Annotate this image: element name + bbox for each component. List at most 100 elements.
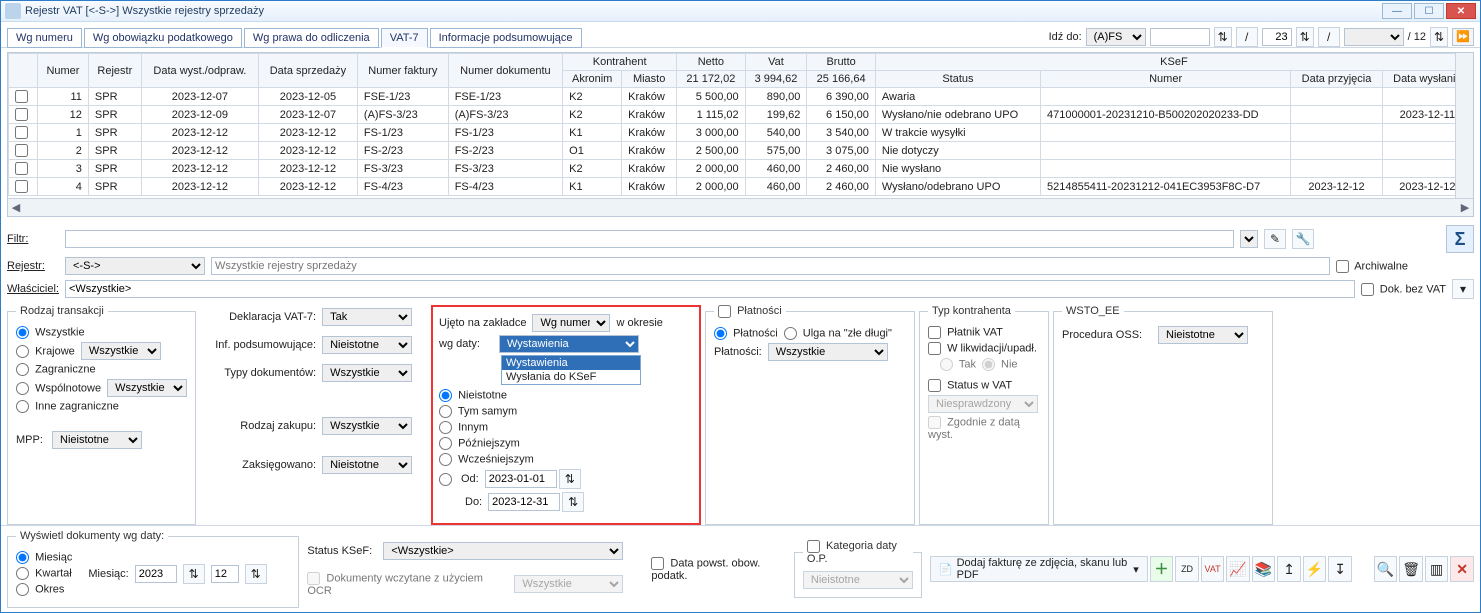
do-spin-icon[interactable]: ⇅ <box>562 492 584 512</box>
columns-icon[interactable]: ▥ <box>1425 556 1449 582</box>
export-icon[interactable]: ↥ <box>1277 556 1301 582</box>
vat-icon[interactable]: VAT <box>1201 556 1225 582</box>
row-checkbox[interactable] <box>15 144 28 157</box>
col-data-sprz[interactable]: Data sprzedaży <box>258 54 357 88</box>
row-checkbox[interactable] <box>15 162 28 175</box>
grid-scrollbar-vertical[interactable] <box>1455 53 1473 198</box>
rodzaj-zagraniczne[interactable]: Zagraniczne <box>16 363 96 376</box>
wys-okres[interactable]: Okres <box>16 583 64 596</box>
filtr-history-select[interactable] <box>1240 230 1258 248</box>
col-numer[interactable]: Numer <box>38 54 89 88</box>
ujeto-tab-select[interactable]: Wg numeru <box>532 314 610 332</box>
od-date-input[interactable] <box>485 470 557 488</box>
rodzaj-zakupu-select[interactable]: Wszystkie <box>322 417 412 435</box>
preview-icon[interactable]: 🔍 <box>1374 556 1398 582</box>
window-close-button[interactable]: ✕ <box>1446 3 1476 19</box>
col-status[interactable]: Status <box>875 71 1040 88</box>
rodzaj-wspolnotowe[interactable]: Wspólnotowe <box>16 382 101 395</box>
tab-vat7[interactable]: VAT-7 <box>381 28 428 48</box>
wg-daty-option-wystawienia[interactable]: Wystawienia <box>502 356 640 370</box>
add-button[interactable]: ＋ <box>1150 556 1174 582</box>
col-data-wyst[interactable]: Data wyst./odpraw. <box>141 54 258 88</box>
ulga-radio[interactable]: Ulga na "złe długi" <box>784 327 892 340</box>
rok-input[interactable] <box>135 565 177 583</box>
minimize-button[interactable]: — <box>1382 3 1412 19</box>
row-checkbox[interactable] <box>15 180 28 193</box>
filtr-input[interactable] <box>65 230 1234 248</box>
col-vat[interactable]: Vat <box>745 54 807 71</box>
tab-informacje[interactable]: Informacje podsumowujące <box>430 28 582 48</box>
rok-spin-icon[interactable]: ⇅ <box>183 564 205 584</box>
col-ksef[interactable]: KSeF <box>875 54 1472 71</box>
dekl-vat7-select[interactable]: Tak <box>322 308 412 326</box>
col-numer-faktury[interactable]: Numer faktury <box>357 54 448 88</box>
table-row[interactable]: 12SPR2023-12-09 2023-12-07(A)FS-3/23(A)F… <box>9 106 1473 124</box>
mpp-select[interactable]: Nieistotne <box>52 431 142 449</box>
rodzaj-wszystkie[interactable]: Wszystkie <box>16 326 85 339</box>
table-row[interactable]: 2SPR2023-12-12 2023-12-12FS-2/23FS-2/23 … <box>9 142 1473 160</box>
tab-wg-numeru[interactable]: Wg numeru <box>7 28 82 48</box>
goto-register-select[interactable]: (A)FS <box>1086 28 1146 46</box>
filter-builder-icon[interactable]: 🔧 <box>1292 229 1314 249</box>
ujeto-tym-samym[interactable]: Tym samym <box>439 405 517 418</box>
col-brutto[interactable]: Brutto <box>807 54 876 71</box>
ujeto-nieistotne[interactable]: Nieistotne <box>439 389 507 402</box>
rodzaj-inne[interactable]: Inne zagraniczne <box>16 400 119 413</box>
table-row[interactable]: 1SPR2023-12-12 2023-12-12FS-1/23FS-1/23 … <box>9 124 1473 142</box>
table-row[interactable]: 3SPR2023-12-12 2023-12-12FS-3/23FS-3/23 … <box>9 160 1473 178</box>
ujeto-range[interactable] <box>439 473 455 486</box>
ujeto-innym[interactable]: Innym <box>439 421 488 434</box>
close-button[interactable]: ✕ <box>1450 556 1474 582</box>
krajowe-select[interactable]: Wszystkie <box>81 342 161 360</box>
inf-pods-select[interactable]: Nieistotne <box>322 336 412 354</box>
likw-tak[interactable]: Tak <box>940 358 976 371</box>
platnosci-select[interactable]: Wszystkie <box>768 343 888 361</box>
col-data-przyj[interactable]: Data przyjęcia <box>1291 71 1382 88</box>
goto-spin2-icon[interactable]: ⇅ <box>1296 27 1314 47</box>
status-vat-check[interactable]: Status w VAT <box>928 379 1012 392</box>
col-numer-dok[interactable]: Numer dokumentu <box>448 54 562 88</box>
zaksiegowano-select[interactable]: Nieistotne <box>322 456 412 474</box>
table-row[interactable]: 11SPR2023-12-07 2023-12-05FSE-1/23FSE-1/… <box>9 88 1473 106</box>
maximize-button[interactable]: ☐ <box>1414 3 1444 19</box>
import-icon[interactable]: ↧ <box>1328 556 1352 582</box>
owner-config-icon[interactable]: ▾ <box>1452 279 1474 299</box>
book-icon[interactable]: 📚 <box>1252 556 1276 582</box>
od-spin-icon[interactable]: ⇅ <box>559 469 581 489</box>
goto-text1[interactable] <box>1150 28 1210 46</box>
tab-wg-obowiazku[interactable]: Wg obowiązku podatkowego <box>84 28 242 48</box>
status-vat-select[interactable]: Niesprawdzony <box>928 395 1038 413</box>
row-checkbox[interactable] <box>15 90 28 103</box>
typy-dok-select[interactable]: Wszystkie <box>322 364 412 382</box>
wys-miesiac[interactable]: Miesiąc <box>16 551 72 564</box>
delete-icon[interactable]: 🗑 <box>1399 556 1423 582</box>
rodzaj-krajowe[interactable]: Krajowe <box>16 345 75 358</box>
ocr-select[interactable]: Wszystkie <box>514 575 623 593</box>
col-akronim[interactable]: Akronim <box>563 71 622 88</box>
zgodnie-check[interactable]: Zgodnie z datą wyst. <box>928 416 1040 441</box>
wys-kwartal[interactable]: Kwartał <box>16 567 72 580</box>
filter-edit-icon[interactable]: ✎ <box>1264 229 1286 249</box>
wspolnotowe-select[interactable]: Wszystkie <box>107 379 187 397</box>
table-row[interactable]: 4SPR2023-12-12 2023-12-12FS-4/23FS-4/23 … <box>9 178 1473 196</box>
goto-spin3-icon[interactable]: ⇅ <box>1430 27 1448 47</box>
platnik-vat-check[interactable]: Płatnik VAT <box>928 326 1003 339</box>
ujeto-pozniejszym[interactable]: Późniejszym <box>439 437 520 450</box>
goto-spin1-icon[interactable]: ⇅ <box>1214 27 1232 47</box>
status-ksef-select[interactable]: <Wszystkie> <box>383 542 623 560</box>
col-miasto[interactable]: Miasto <box>622 71 677 88</box>
lightning-icon[interactable]: ⚡ <box>1303 556 1327 582</box>
tab-wg-prawa[interactable]: Wg prawa do odliczenia <box>244 28 379 48</box>
row-checkbox[interactable] <box>15 126 28 139</box>
wg-daty-select[interactable]: Wystawienia <box>499 335 639 353</box>
goto-jump-icon[interactable]: ⏩ <box>1452 28 1474 46</box>
kategoria-op-select[interactable]: Nieistotne <box>803 571 913 589</box>
sum-icon[interactable]: Σ <box>1446 225 1474 253</box>
data-obow-check[interactable]: Data powst. obow. podatk. <box>651 557 786 582</box>
mies-spin-icon[interactable]: ⇅ <box>245 564 267 584</box>
col-ksef-numer[interactable]: Numer <box>1040 71 1290 88</box>
col-rejestr[interactable]: Rejestr <box>88 54 141 88</box>
col-kontrahent[interactable]: Kontrahent <box>563 54 677 71</box>
goto-page-input[interactable] <box>1262 28 1292 46</box>
ujeto-wczesniejszym[interactable]: Wcześniejszym <box>439 453 534 466</box>
